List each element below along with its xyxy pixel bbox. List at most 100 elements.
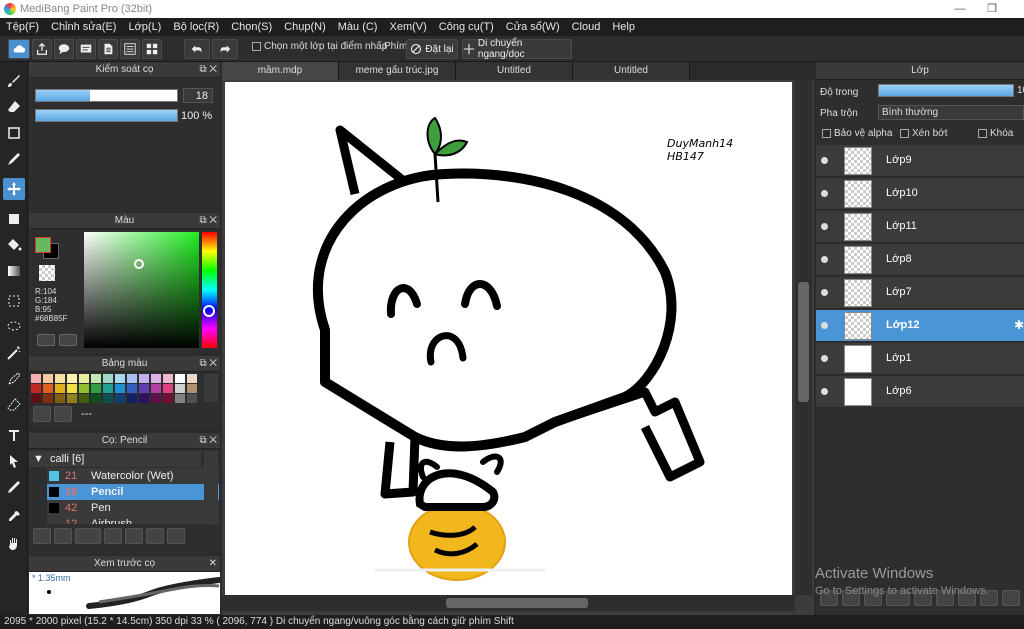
panel-close-icon[interactable]: ⧉ ✕ [199,62,217,78]
operation-tool[interactable] [3,450,25,472]
palette-swatch[interactable] [31,384,41,393]
grid-button[interactable] [142,39,162,59]
palette-swatch[interactable] [115,394,125,403]
menu-help[interactable]: Help [606,21,641,33]
brush-size-slider[interactable] [35,89,178,102]
panel-close-icon[interactable]: ⧉ ✕ [199,213,217,229]
drawing-canvas[interactable]: DuyManh14 HB147 [225,82,792,595]
layer-row[interactable]: Lớp1 [816,343,1024,375]
palette-swatch[interactable] [43,384,53,393]
layer-row[interactable]: Lớp7 [816,277,1024,309]
brush-delete-button[interactable] [167,528,185,544]
palette-swatch[interactable] [139,394,149,403]
layer-row[interactable]: Lớp8 [816,244,1024,276]
delete-palette-button[interactable] [54,406,72,422]
select-eraser-tool[interactable] [3,394,25,416]
palette-swatch[interactable] [175,384,185,393]
palette-swatch[interactable] [163,384,173,393]
layer-row[interactable]: Lớp10 [816,178,1024,210]
hue-slider[interactable] [202,232,217,348]
brush-item[interactable]: 42 Pen [47,500,219,516]
color-tool-button-2[interactable] [59,334,77,346]
brush-property-button[interactable] [104,528,122,544]
collapse-icon[interactable]: ▼ [33,453,44,465]
palette-swatch[interactable] [55,384,65,393]
protect-alpha-checkbox[interactable] [822,129,831,138]
panel-close-icon[interactable]: ⧉ ✕ [199,433,217,449]
canvas-horizontal-scrollbar[interactable] [222,595,795,611]
brush-group[interactable]: ▼ calli [6] [29,451,201,467]
palette-swatch[interactable] [91,384,101,393]
eyedropper-tool[interactable] [3,506,25,528]
select-layer-checkbox[interactable] [252,42,261,51]
palette-swatch[interactable] [151,374,161,383]
palette-swatch[interactable] [175,394,185,403]
brush-folder-button[interactable] [125,528,143,544]
palette-swatch[interactable] [127,394,137,403]
divide-tool[interactable] [3,476,25,498]
visibility-icon[interactable] [821,388,828,395]
brush-add-menu-button[interactable] [75,528,101,544]
palette-swatch[interactable] [175,374,185,383]
palette-swatch[interactable] [67,384,77,393]
lasso-tool[interactable] [3,316,25,338]
palette-swatch[interactable] [139,374,149,383]
palette-swatch[interactable] [91,394,101,403]
panel-close-icon[interactable]: ✕ [209,556,217,572]
new-palette-button[interactable] [33,406,51,422]
maximize-icon[interactable]: ❐ [978,0,1006,18]
minimize-icon[interactable]: — [946,0,974,18]
palette-swatch[interactable] [67,394,77,403]
brush-opacity-slider[interactable] [35,109,178,122]
palette-swatch[interactable] [31,374,41,383]
tab-mam[interactable]: mầm.mdp [222,62,339,80]
menu-tools[interactable]: Công cụ(T) [433,21,500,33]
menu-edit[interactable]: Chỉnh sửa(E) [45,21,122,33]
dot-pen-tool[interactable] [3,148,25,170]
tab-meme[interactable]: meme gấu trúc.jpg [339,62,456,80]
hand-tool[interactable] [3,532,25,554]
delete-layer-button[interactable] [1002,590,1020,606]
palette-swatch[interactable] [43,374,53,383]
layer-row[interactable]: Lớp9 [816,145,1024,177]
select-tool[interactable] [3,290,25,312]
gradient-tool[interactable] [3,260,25,282]
move-hv-button[interactable]: Di chuyển ngang/dọc [462,38,572,60]
visibility-icon[interactable] [821,223,828,230]
visibility-icon[interactable] [821,157,828,164]
visibility-icon[interactable] [821,190,828,197]
menu-snap[interactable]: Chụp(N) [278,21,332,33]
palette-scrollbar[interactable] [204,374,218,402]
brush-copy-button[interactable] [146,528,164,544]
palette-swatch[interactable] [103,384,113,393]
lock-option[interactable]: Khóa [978,128,1013,139]
palette-swatch[interactable] [79,394,89,403]
magic-wand-tool[interactable] [3,342,25,364]
comment-button[interactable] [54,39,74,59]
menu-view[interactable]: Xem(V) [383,21,432,33]
palette-swatch[interactable] [163,374,173,383]
palette-swatch[interactable] [139,384,149,393]
brush-size-value[interactable]: 18 [183,88,213,103]
palette-swatch[interactable] [151,384,161,393]
palette-swatch[interactable] [187,394,197,403]
palette-swatch[interactable] [43,394,53,403]
brush-tool[interactable] [3,70,25,92]
bucket-tool[interactable] [3,234,25,256]
menu-filter[interactable]: Bộ lọc(R) [167,21,225,33]
palette-swatch[interactable] [79,374,89,383]
palette-swatch[interactable] [127,374,137,383]
document-button[interactable] [98,39,118,59]
eraser-tool[interactable] [3,96,25,118]
menu-cloud[interactable]: Cloud [566,21,607,33]
palette-swatch[interactable] [67,374,77,383]
clipping-option[interactable]: Xén bớt [900,128,947,139]
layer-row[interactable]: Lớp6 [816,376,1024,408]
menu-window[interactable]: Cửa sổ(W) [500,21,566,33]
menu-file[interactable]: Tệp(F) [0,21,45,33]
brush-item[interactable]: 21 Watercolor (Wet) [47,468,219,484]
brush-add-button[interactable] [54,528,72,544]
primary-color-swatch[interactable] [35,237,51,253]
list-button[interactable] [120,39,140,59]
gear-icon[interactable]: ✱ [1014,318,1024,332]
